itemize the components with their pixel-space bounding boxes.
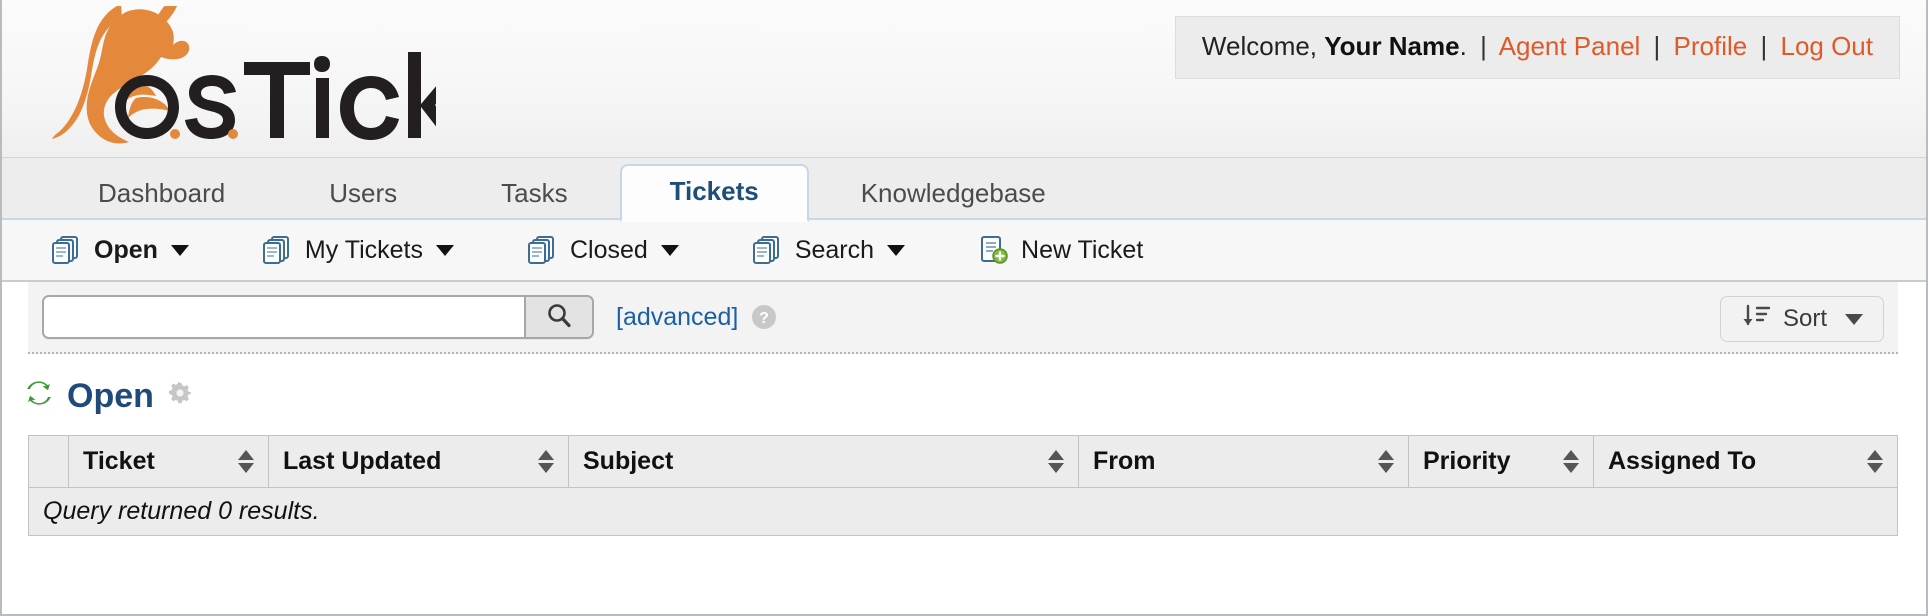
sort-arrows-icon [238, 450, 254, 473]
chevron-down-icon [887, 244, 906, 256]
column-header-last-updated-label: Last Updated [283, 447, 442, 475]
sort-arrows-icon [1563, 450, 1579, 473]
user-name: Your Name [1324, 31, 1460, 61]
tab-tasks[interactable]: Tasks [449, 180, 619, 220]
refresh-icon[interactable] [24, 378, 54, 413]
welcome-prefix: Welcome, [1201, 31, 1318, 61]
tickets-stack-icon [526, 234, 558, 266]
column-header-subject-label: Subject [583, 447, 674, 475]
agent-panel-link[interactable]: Agent Panel [1499, 31, 1641, 61]
chevron-down-icon [170, 244, 189, 256]
profile-link[interactable]: Profile [1674, 31, 1748, 61]
sort-button[interactable]: Sort [1719, 296, 1884, 342]
chevron-down-icon [660, 244, 679, 256]
column-header-ticket[interactable]: Ticket [68, 435, 269, 488]
tickets-stack-icon [261, 234, 293, 266]
column-header-last-updated[interactable]: Last Updated [268, 435, 569, 488]
subnav-item-closed[interactable]: Closed [526, 234, 679, 266]
sort-arrows-icon [1867, 450, 1883, 473]
osticket-logo[interactable] [26, 6, 436, 146]
content-area: [advanced] ? Sort Open Ticket Last Updat… [2, 282, 1926, 536]
tickets-stack-icon [751, 234, 783, 266]
tickets-table-body: Query returned 0 results. [28, 487, 1898, 536]
new-ticket-icon [977, 234, 1009, 266]
column-header-priority[interactable]: Priority [1408, 435, 1594, 488]
column-header-priority-label: Priority [1423, 447, 1511, 475]
tickets-subnavigation: Open My Tickets Closed Search New Ticket [2, 220, 1926, 282]
subnav-item-search[interactable]: Search [751, 234, 906, 266]
help-circle-icon[interactable]: ? [750, 303, 778, 331]
subnav-item-open[interactable]: Open [50, 234, 189, 266]
table-empty-row: Query returned 0 results. [28, 487, 1898, 536]
search-form [42, 295, 594, 339]
subnav-item-new-ticket[interactable]: New Ticket [977, 234, 1143, 266]
table-header-row: Ticket Last Updated Subject From Priorit… [28, 435, 1898, 488]
tickets-table-head: Ticket Last Updated Subject From Priorit… [28, 435, 1898, 488]
empty-results-message: Query returned 0 results. [28, 487, 1898, 536]
search-icon [544, 301, 574, 334]
tab-knowledgebase-label: Knowledgebase [860, 178, 1046, 208]
tab-tickets-label: Tickets [669, 176, 759, 206]
subnav-item-my-tickets-label: My Tickets [304, 235, 423, 264]
subnav-item-closed-label: Closed [569, 235, 648, 264]
sort-button-label: Sort [1782, 305, 1827, 332]
gear-icon[interactable] [167, 380, 193, 411]
tickets-table-container: Ticket Last Updated Subject From Priorit… [28, 435, 1898, 536]
welcome-separator-2: | [1653, 31, 1661, 61]
subnav-item-search-label: Search [794, 235, 875, 264]
chevron-down-icon [435, 244, 454, 256]
welcome-bar: Welcome, Your Name. | Agent Panel | Prof… [1174, 16, 1900, 79]
page-header: Welcome, Your Name. | Agent Panel | Prof… [2, 0, 1926, 158]
svg-text:?: ? [759, 310, 769, 327]
sort-arrows-icon [1048, 450, 1064, 473]
tab-tickets[interactable]: Tickets [619, 164, 809, 222]
search-submit-button[interactable] [524, 297, 592, 337]
queue-title: Open [67, 376, 154, 415]
main-navigation: Dashboard Users Tasks Tickets Knowledgeb… [2, 158, 1926, 222]
subnav-item-open-label: Open [94, 235, 158, 264]
column-header-ticket-label: Ticket [83, 447, 155, 475]
tab-users[interactable]: Users [277, 180, 449, 220]
welcome-separator-1: | [1480, 31, 1487, 61]
tab-tasks-label: Tasks [501, 178, 568, 208]
sort-arrows-icon [538, 450, 554, 473]
queue-header: Open [2, 354, 1926, 435]
tab-users-label: Users [329, 178, 398, 208]
chevron-down-icon [1845, 313, 1863, 325]
advanced-search-link[interactable]: [advanced] [616, 303, 738, 332]
sort-descending-icon [1741, 302, 1771, 337]
tickets-stack-icon [50, 234, 82, 266]
column-header-assigned-to[interactable]: Assigned To [1593, 435, 1898, 488]
subnav-item-new-ticket-label: New Ticket [1021, 235, 1144, 264]
osticket-page: Welcome, Your Name. | Agent Panel | Prof… [0, 0, 1928, 616]
welcome-separator-3: | [1760, 31, 1768, 61]
column-header-from-label: From [1093, 447, 1156, 475]
tab-dashboard-label: Dashboard [98, 178, 226, 208]
welcome-suffix: . [1459, 31, 1467, 61]
tab-knowledgebase[interactable]: Knowledgebase [809, 180, 1098, 220]
search-toolbar: [advanced] ? Sort [28, 282, 1898, 354]
column-header-subject[interactable]: Subject [568, 435, 1079, 488]
column-select-all[interactable] [28, 435, 69, 488]
subnav-item-my-tickets[interactable]: My Tickets [261, 234, 454, 266]
column-header-from[interactable]: From [1078, 435, 1409, 488]
search-input[interactable] [44, 297, 524, 337]
log-out-link[interactable]: Log Out [1780, 31, 1873, 61]
tickets-table: Ticket Last Updated Subject From Priorit… [28, 435, 1898, 536]
tab-dashboard[interactable]: Dashboard [46, 180, 277, 220]
column-header-assigned-to-label: Assigned To [1608, 447, 1757, 475]
sort-arrows-icon [1378, 450, 1394, 473]
